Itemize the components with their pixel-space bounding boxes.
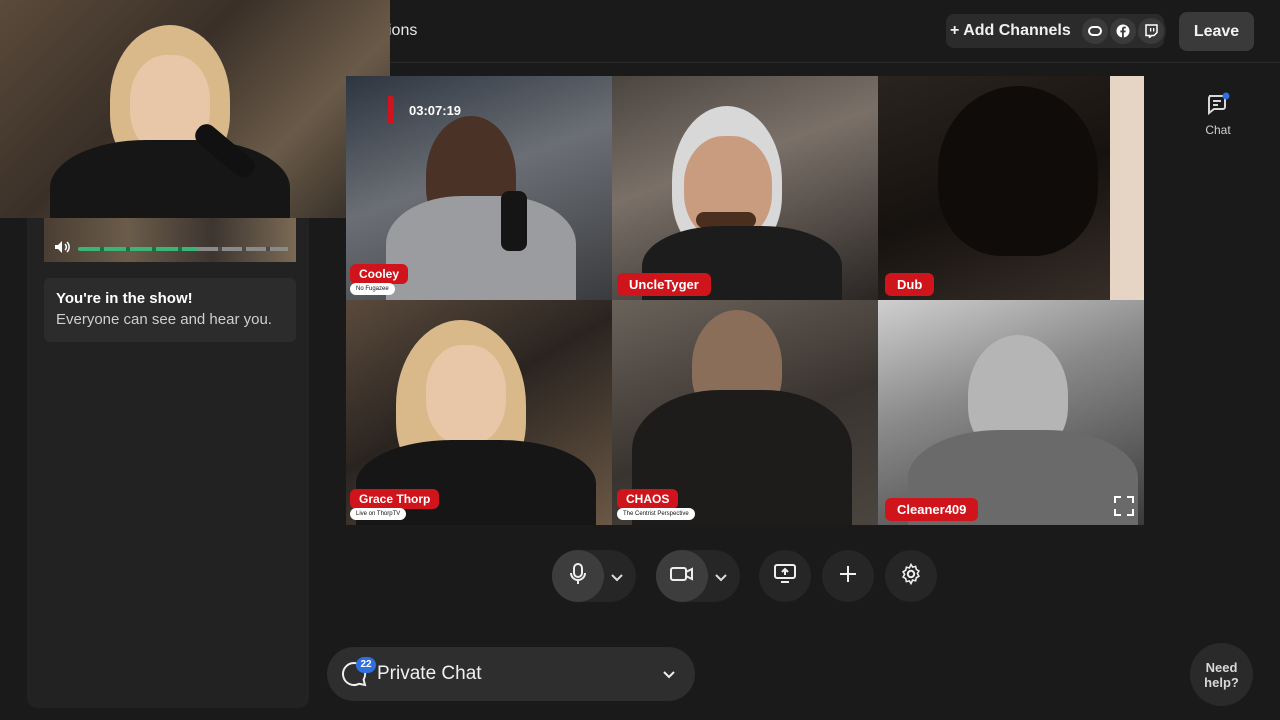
share-screen-icon — [774, 563, 796, 589]
participant-name: Cooley — [350, 264, 409, 284]
gear-icon — [900, 562, 922, 590]
mic-level-meter — [78, 247, 288, 251]
unread-count-badge: 22 — [356, 657, 376, 673]
camera-button[interactable] — [656, 550, 708, 602]
participant-subtitle: Live on ThorpTV — [350, 508, 407, 520]
private-chat-label: Private Chat — [377, 663, 482, 684]
recording-indicator — [388, 96, 394, 124]
chat-label: Chat — [1205, 123, 1231, 137]
show-status-subtitle: Everyone can see and hear you. — [56, 311, 272, 328]
chat-icon — [1205, 92, 1231, 120]
need-help-button[interactable]: Need help? — [1190, 643, 1253, 706]
self-preview — [44, 218, 296, 262]
participant-subtitle: No Fugazee — [350, 283, 395, 295]
chevron-down-icon[interactable] — [610, 570, 624, 588]
camera-control-group — [656, 550, 740, 602]
participant-name: Dub — [885, 273, 935, 296]
settings-button[interactable] — [885, 550, 937, 602]
fullscreen-icon[interactable] — [1114, 496, 1134, 521]
mic-button[interactable] — [552, 550, 604, 602]
leave-button[interactable]: Leave — [1179, 12, 1254, 51]
show-status-card: You're in the show! Everyone can see and… — [44, 278, 296, 342]
participant-name: Cleaner409 — [885, 498, 979, 521]
facebook-icon[interactable] — [1108, 16, 1138, 46]
add-button[interactable] — [822, 550, 874, 602]
page-title: ions — [388, 22, 418, 39]
stage-grid — [346, 76, 1144, 525]
participant-tile-dub[interactable] — [878, 76, 1144, 300]
microphone-icon — [569, 562, 587, 590]
participant-subtitle: The Centrist Perspective — [617, 508, 695, 520]
twitch-icon[interactable] — [1136, 16, 1166, 46]
need-help-label: Need help? — [1204, 659, 1239, 690]
add-channels-button[interactable]: + Add Channels — [950, 22, 1071, 40]
participant-tile-cleaner409[interactable] — [878, 300, 1144, 525]
mic-control-group — [552, 550, 636, 602]
restream-icon[interactable] — [1080, 16, 1110, 46]
participant-name: CHAOS — [617, 489, 679, 509]
video-camera-icon — [670, 566, 694, 587]
stream-timer: 03:07:19 — [409, 103, 462, 118]
participant-tile-uncletyger[interactable] — [612, 76, 878, 300]
private-chat-bar[interactable]: Private Chat — [327, 647, 695, 701]
show-status-title: You're in the show! — [56, 290, 193, 307]
chat-toggle[interactable]: Chat — [1200, 92, 1236, 137]
share-screen-button[interactable] — [759, 550, 811, 602]
plus-icon — [839, 565, 857, 588]
chevron-down-icon[interactable] — [662, 667, 676, 685]
webcam-overlay — [0, 0, 390, 218]
add-channels-group: + Add Channels — [946, 14, 1166, 48]
chevron-down-icon[interactable] — [714, 570, 728, 588]
volume-icon — [54, 240, 70, 259]
participant-name: Grace Thorp — [350, 489, 440, 509]
participant-name: UncleTyger — [617, 273, 711, 296]
